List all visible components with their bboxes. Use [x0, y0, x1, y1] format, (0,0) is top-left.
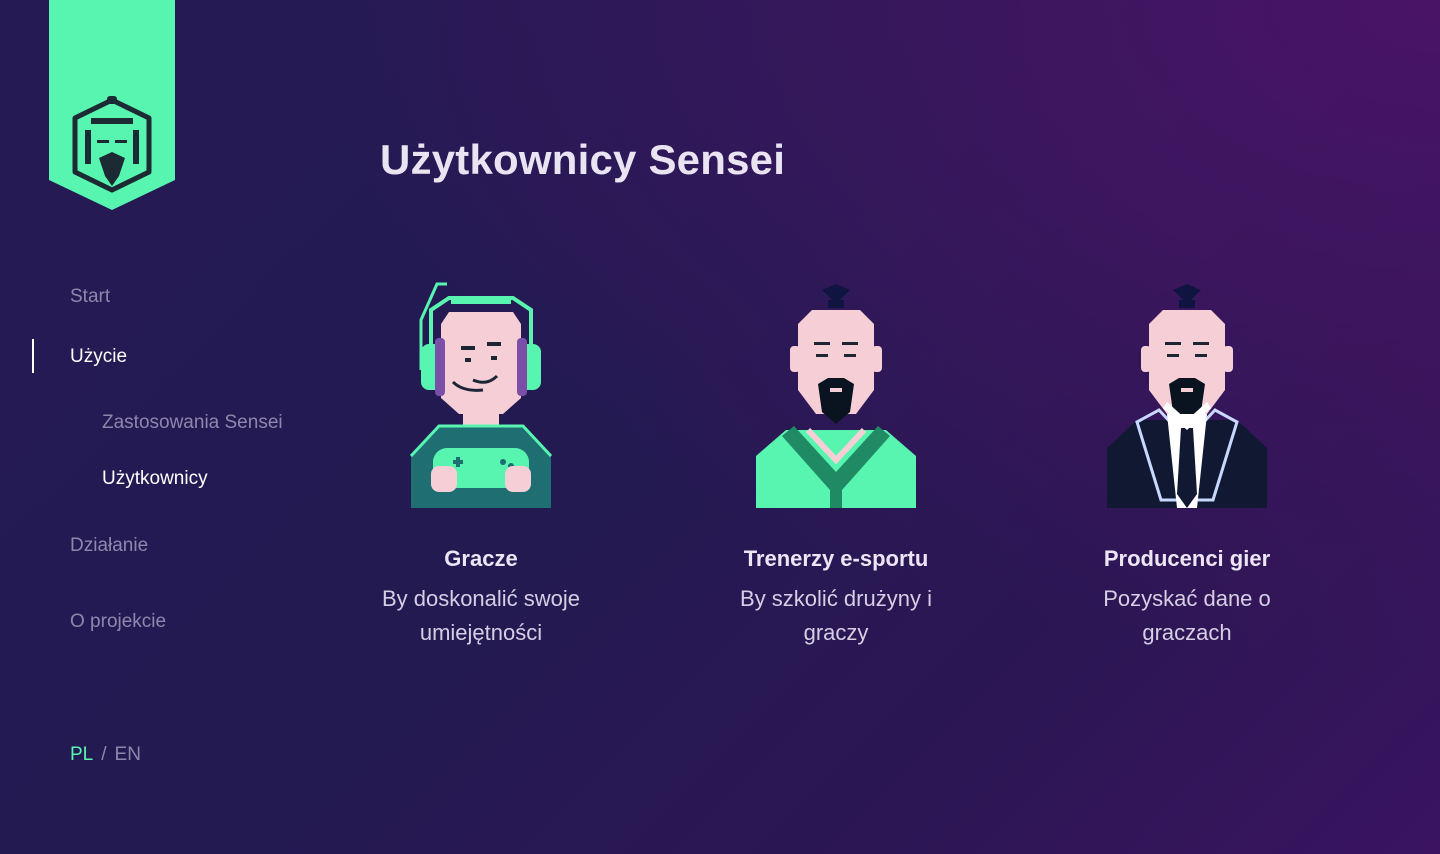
card-description: Pozyskać dane o graczach — [1103, 586, 1271, 645]
nav-item-uzycie[interactable]: Użycie — [70, 346, 127, 368]
logo-badge[interactable] — [49, 0, 175, 210]
active-indicator — [32, 339, 34, 373]
lang-pl[interactable]: PL — [70, 744, 93, 765]
producer-avatar-icon — [1107, 284, 1267, 508]
lang-separator: / — [101, 744, 107, 765]
nav-item-start[interactable]: Start — [70, 286, 110, 308]
user-card-producers: Producenci gier Pozyskać dane o graczach — [1037, 280, 1337, 650]
nav-subitem-zastosowania[interactable]: Zastosowania Sensei — [102, 412, 283, 434]
lang-en[interactable]: EN — [115, 744, 141, 765]
gamer-avatar-icon — [409, 282, 553, 508]
nav-item-o-projekcie[interactable]: O projekcie — [70, 611, 166, 633]
language-switcher: PL / EN — [70, 744, 141, 766]
user-card-coaches: Trenerzy e-sportu By szkolić drużyny i g… — [686, 280, 986, 650]
card-description: By szkolić drużyny i graczy — [740, 586, 932, 645]
card-title: Trenerzy e-sportu — [743, 546, 929, 571]
nav-subitem-uzytkownicy[interactable]: Użytkownicy — [102, 468, 208, 490]
card-title: Producenci gier — [1103, 546, 1271, 571]
card-title: Gracze — [444, 546, 518, 571]
user-card-gamers: Gracze By doskonalić swoje umiejętności — [331, 280, 631, 650]
card-description: By doskonalić swoje umiejętności — [381, 586, 581, 645]
page-title: Użytkownicy Sensei — [380, 136, 786, 183]
coach-avatar-icon — [756, 284, 916, 508]
nav-item-dzialanie[interactable]: Działanie — [70, 535, 148, 557]
